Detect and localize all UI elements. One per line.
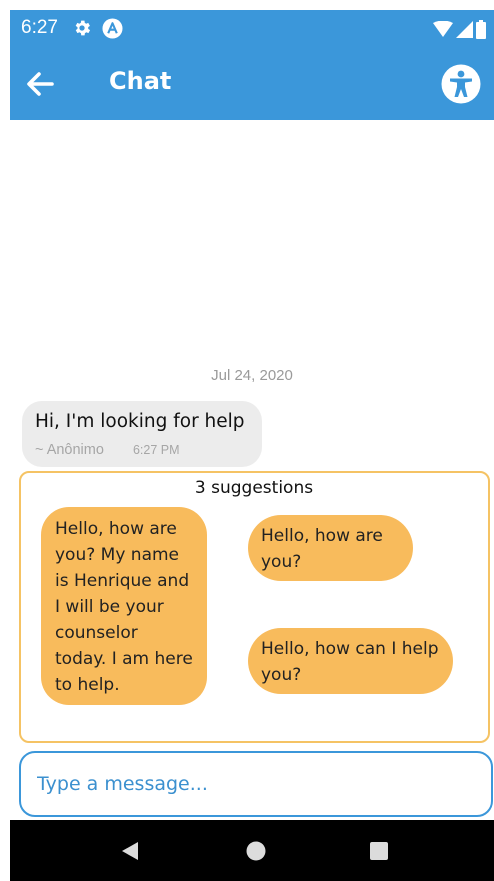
suggestions-title: 3 suggestions	[194, 478, 314, 498]
message-bubble[interactable]: Hi, I'm looking for help ~ Anônimo 6:27 …	[22, 401, 262, 467]
system-nav-bar	[10, 820, 494, 881]
date-separator: Jul 24, 2020	[211, 367, 293, 384]
message-text: Hi, I'm looking for help	[35, 411, 245, 432]
status-time: 6:27	[21, 17, 58, 38]
battery-icon	[476, 19, 486, 39]
chat-history[interactable]: Jul 24, 2020 Hi, I'm looking for help ~ …	[10, 120, 494, 472]
message-time: 6:27 PM	[132, 443, 180, 457]
suggestions-panel: 3 suggestions Hello, how are you? My nam…	[19, 471, 490, 743]
wifi-icon	[433, 21, 453, 37]
accessibility-icon[interactable]	[441, 64, 481, 104]
message-composer	[19, 751, 493, 817]
app-bar: Chat	[10, 48, 494, 120]
message-author: ~ Anônimo	[35, 442, 104, 458]
suggestion-chip[interactable]: Hello, how can I help you?	[248, 628, 453, 694]
suggestion-chip[interactable]: Hello, how are you? My name is Henrique …	[41, 507, 207, 705]
phone-screen: 6:27 Chat Jul 24, 2020 Hi, I'm looking f…	[10, 10, 494, 881]
page-title: Chat	[109, 67, 172, 95]
status-indicators	[433, 19, 486, 39]
suggestion-chip[interactable]: Hello, how are you?	[248, 515, 413, 581]
a-badge-icon	[102, 18, 123, 39]
home-circle-icon[interactable]	[245, 840, 267, 862]
message-input[interactable]	[37, 753, 467, 814]
gear-icon	[75, 20, 91, 36]
status-bar: 6:27	[10, 10, 494, 48]
back-arrow-icon[interactable]	[24, 68, 56, 100]
recents-square-icon[interactable]	[368, 840, 390, 862]
message-meta: ~ Anônimo 6:27 PM	[35, 442, 249, 458]
signal-icon	[456, 20, 473, 38]
back-triangle-icon[interactable]	[119, 840, 141, 862]
